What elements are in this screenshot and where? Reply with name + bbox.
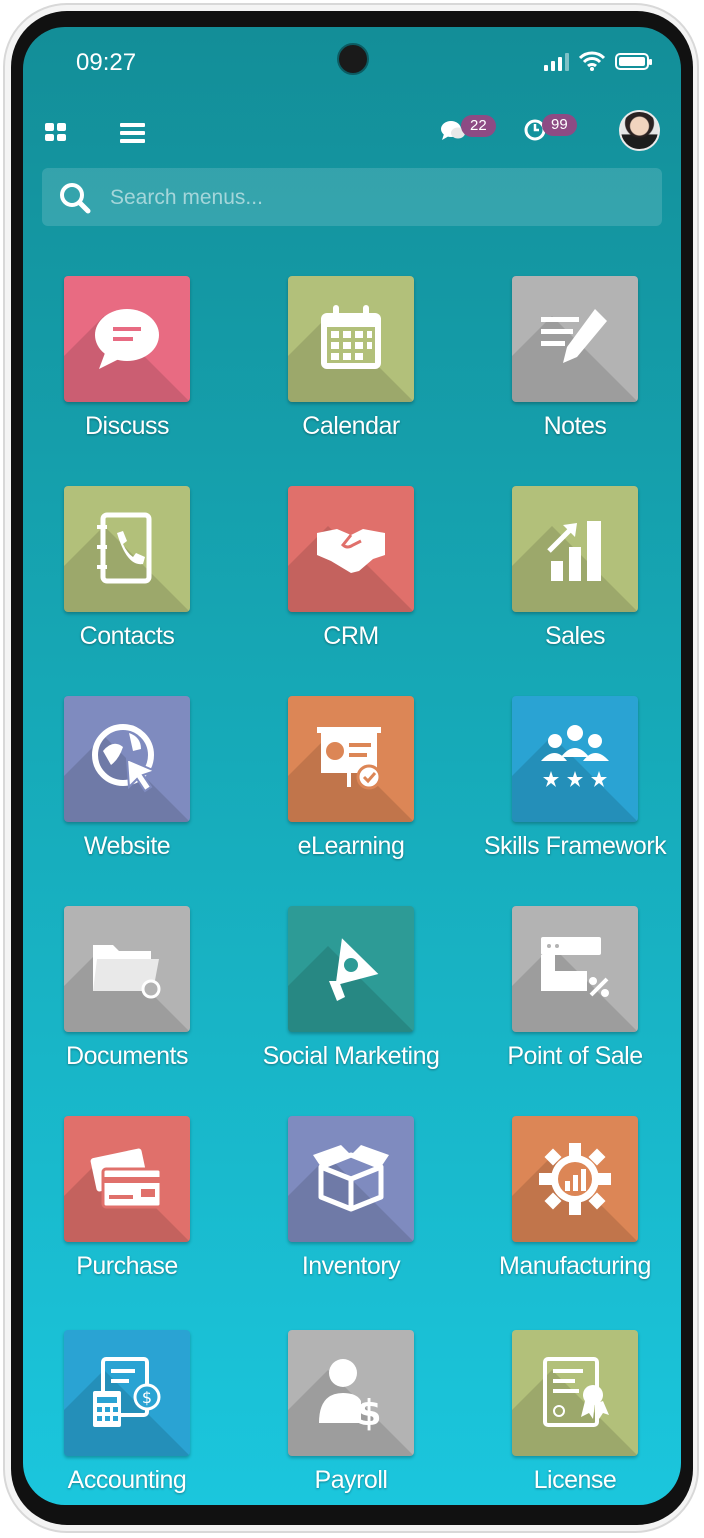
app-label: eLearning [297, 832, 405, 860]
app-accounting[interactable]: $ Accounting [23, 1326, 223, 1505]
app-manufacturing[interactable]: Manufacturing [471, 1112, 671, 1302]
app-tile [288, 906, 414, 1032]
app-tile [512, 696, 638, 822]
app-label: Payroll [314, 1466, 388, 1494]
app-tile [288, 486, 414, 612]
phone-book-icon [97, 512, 152, 584]
app-point-of-sale[interactable]: Point of Sale [471, 902, 671, 1092]
app-sales[interactable]: Sales [471, 482, 671, 672]
app-inventory[interactable]: Inventory [247, 1112, 447, 1302]
search-input[interactable] [108, 178, 632, 218]
app-documents[interactable]: Documents [23, 902, 223, 1092]
calendar-icon [321, 305, 381, 369]
presentation-board-icon [317, 727, 382, 790]
app-tile [512, 906, 638, 1032]
app-notes[interactable]: Notes [471, 272, 671, 462]
app-label: Skills Framework [483, 832, 667, 860]
status-time: 09:27 [76, 49, 137, 76]
app-label: Notes [543, 412, 607, 440]
user-avatar[interactable] [619, 110, 660, 151]
svg-text:$: $ [142, 1388, 152, 1407]
signal-icon [544, 51, 569, 71]
app-elearning[interactable]: eLearning [247, 692, 447, 882]
app-social-marketing[interactable]: Social Marketing [247, 902, 447, 1092]
box-icon [313, 1145, 389, 1212]
app-skills-framework[interactable]: Skills Framework [471, 692, 671, 882]
app-tile: $ [64, 1330, 190, 1456]
app-contacts[interactable]: Contacts [23, 482, 223, 672]
app-label: Discuss [84, 412, 170, 440]
app-website[interactable]: Website [23, 692, 223, 882]
person-dollar-icon: $ [319, 1359, 382, 1431]
credit-card-icon [90, 1148, 163, 1209]
app-label: Social Marketing [262, 1042, 440, 1070]
svg-text:$: $ [356, 1393, 381, 1431]
app-label: CRM [323, 622, 379, 650]
hamburger-menu-icon[interactable] [120, 123, 145, 143]
app-tile [64, 696, 190, 822]
certificate-icon [543, 1357, 609, 1427]
app-calendar[interactable]: Calendar [247, 272, 447, 462]
app-label: Inventory [301, 1252, 401, 1280]
battery-icon [615, 52, 652, 70]
wifi-icon [579, 51, 605, 71]
search-icon [60, 183, 91, 214]
messages-count-badge[interactable]: 22 [461, 115, 496, 137]
app-label: Accounting [67, 1466, 187, 1494]
activities-count-badge[interactable]: 99 [542, 114, 577, 136]
gear-chart-icon [539, 1143, 611, 1215]
app-tile: $ [288, 1330, 414, 1456]
app-tile [64, 906, 190, 1032]
bar-chart-icon [547, 521, 601, 581]
app-purchase[interactable]: Purchase [23, 1112, 223, 1302]
app-tile [512, 1330, 638, 1456]
top-bar: 22 99 [23, 110, 681, 155]
search-bar[interactable] [42, 168, 662, 226]
front-camera [337, 43, 369, 75]
pencil-note-icon [541, 309, 607, 363]
app-label: Documents [66, 1042, 188, 1070]
app-tile [64, 276, 190, 402]
app-screen: 09:27 22 99 Search menus... Discuss Cale… [23, 27, 681, 1505]
app-tile [512, 276, 638, 402]
app-label: Calendar [302, 412, 400, 440]
folder-icon [93, 945, 161, 999]
shop-icon [541, 937, 609, 997]
status-icons [544, 51, 652, 71]
app-payroll[interactable]: $ Payroll [247, 1326, 447, 1505]
app-label: Sales [544, 622, 606, 650]
megaphone-icon [329, 938, 379, 1001]
handshake-icon [317, 529, 385, 573]
app-discuss[interactable]: Discuss [23, 272, 223, 462]
apps-grid-icon[interactable] [45, 123, 67, 141]
chat-bubble-icon [95, 309, 159, 369]
app-label: Point of Sale [507, 1042, 643, 1070]
globe-cursor-icon [92, 724, 158, 793]
app-label: License [533, 1466, 617, 1494]
app-tile [512, 1116, 638, 1242]
app-tile [512, 486, 638, 612]
app-label: Purchase [76, 1252, 178, 1280]
calculator-invoice-icon: $ [93, 1357, 161, 1427]
app-tile [64, 1116, 190, 1242]
app-tile [64, 486, 190, 612]
app-tile [288, 696, 414, 822]
team-stars-icon [541, 725, 609, 787]
app-crm[interactable]: CRM [247, 482, 447, 672]
app-tile [288, 1116, 414, 1242]
app-tile [288, 276, 414, 402]
app-label: Contacts [79, 622, 175, 650]
app-label: Website [83, 832, 171, 860]
app-license[interactable]: License [471, 1326, 671, 1505]
app-label: Manufacturing [499, 1252, 651, 1280]
